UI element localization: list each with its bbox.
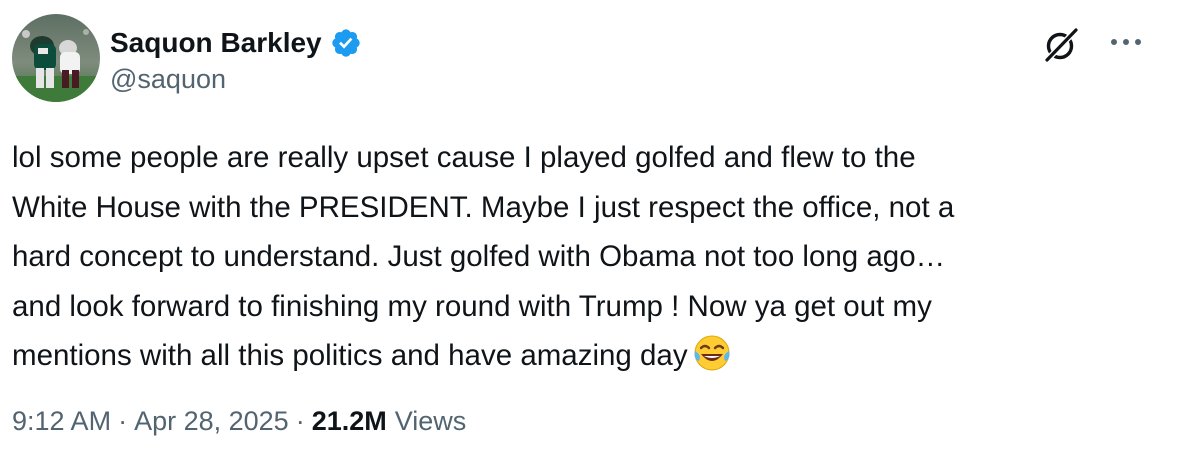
tweet-text-line: White House with the PRESIDENT. Maybe I … bbox=[12, 190, 955, 224]
author-handle[interactable]: @saquon bbox=[110, 64, 226, 95]
views-label: Views bbox=[394, 406, 467, 436]
avatar[interactable] bbox=[12, 14, 100, 102]
views-count[interactable]: 21.2M bbox=[312, 406, 387, 437]
face-with-tears-of-joy-icon bbox=[694, 335, 730, 371]
tweet-date[interactable]: Apr 28, 2025 bbox=[134, 406, 289, 437]
meta-separator: · bbox=[118, 406, 128, 436]
tweet-text-last-line: mentions with all this politics and have… bbox=[12, 331, 1152, 381]
tweet-card: Saquon Barkley @saquon lol some people a… bbox=[0, 0, 1182, 462]
grok-icon[interactable] bbox=[1042, 26, 1080, 64]
more-dots-icon[interactable] bbox=[1106, 30, 1146, 54]
author-name-row: Saquon Barkley bbox=[110, 24, 362, 62]
tweet-text-line: hard concept to understand. Just golfed … bbox=[12, 240, 946, 273]
tweet-meta: 9:12 AM · Apr 28, 2025 · 21.2M Views bbox=[12, 406, 466, 437]
tweet-text-line: and look forward to finishing my round w… bbox=[12, 289, 932, 323]
tweet-text: lol some people are really upset cause I… bbox=[12, 133, 1152, 381]
verified-badge-icon bbox=[331, 29, 360, 57]
tweet-text-line: lol some people are really upset cause I… bbox=[12, 141, 916, 174]
tweet-time[interactable]: 9:12 AM bbox=[12, 406, 111, 437]
author-name[interactable]: Saquon Barkley bbox=[110, 27, 322, 59]
tweet-text-line: mentions with all this politics and have… bbox=[12, 339, 688, 372]
football-player-avatar-icon bbox=[12, 14, 100, 102]
meta-separator: · bbox=[295, 406, 305, 436]
